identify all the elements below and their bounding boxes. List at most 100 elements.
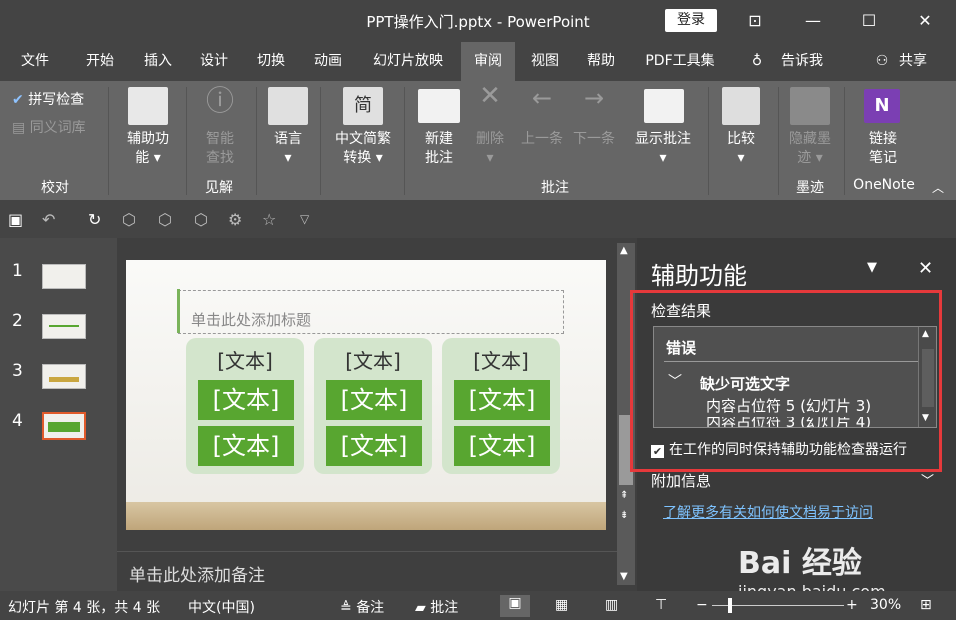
language-indicator[interactable]: 中文(中国)	[188, 597, 255, 617]
person-icon[interactable]: ⚇	[872, 42, 892, 81]
tab-file[interactable]: 文件	[10, 42, 60, 81]
shape-gear-icon[interactable]: ⚙	[228, 210, 242, 229]
slide-thumbnail-1[interactable]	[42, 264, 86, 289]
slide-sorter-icon[interactable]: ▦	[555, 597, 568, 613]
slideshow-icon[interactable]: ⊤	[655, 597, 667, 613]
scroll-up-icon[interactable]: ▲	[922, 329, 929, 339]
text-box[interactable]: [文本]	[198, 380, 294, 420]
scroll-down-icon[interactable]: ▼	[620, 571, 628, 582]
save-icon[interactable]: ▣	[8, 210, 23, 229]
slide-floor-decoration	[126, 502, 606, 530]
smart-lookup-button[interactable]: 智能 查找	[194, 130, 246, 168]
linked-notes-button[interactable]: 链接 笔记	[856, 130, 910, 168]
tab-pdf-tools[interactable]: PDF工具集	[636, 42, 724, 81]
text-box[interactable]: [文本]	[326, 380, 422, 420]
zoom-out-icon[interactable]: −	[696, 597, 708, 613]
tab-help[interactable]: 帮助	[576, 42, 626, 81]
language-button[interactable]: 语言 ▾	[262, 130, 314, 168]
tab-slideshow[interactable]: 幻灯片放映	[362, 42, 454, 81]
customize-qat-icon[interactable]: ▽	[300, 212, 309, 226]
tab-review[interactable]: 审阅	[461, 42, 515, 81]
slide-thumbnail-2[interactable]	[42, 314, 86, 339]
scroll-up-icon[interactable]: ▲	[620, 245, 628, 256]
scroll-thumb[interactable]	[922, 349, 934, 407]
compare-button[interactable]: 比较 ▾	[716, 130, 766, 168]
previous-comment-button[interactable]: 上一条	[518, 130, 566, 149]
result-item[interactable]: 内容占位符 3 (幻灯片 4)	[706, 417, 871, 427]
repeat-icon[interactable]: ↻	[88, 210, 101, 229]
column-header[interactable]: [文本]	[314, 345, 432, 374]
tab-home[interactable]: 开始	[75, 42, 125, 81]
content-column-1[interactable]: [文本] [文本] [文本]	[186, 338, 304, 474]
learn-more-link[interactable]: 了解更多有关如何使文档易于访问	[663, 502, 873, 522]
slide-thumbnail-4[interactable]	[42, 412, 86, 440]
hide-ink-button[interactable]: 隐藏墨迹 ▾	[782, 130, 838, 168]
previous-slide-icon[interactable]: ⇞	[620, 490, 628, 501]
additional-info-heading[interactable]: 附加信息	[651, 470, 711, 491]
slide-thumbnail-3[interactable]	[42, 364, 86, 389]
undo-icon[interactable]: ↶	[42, 210, 55, 229]
text-box[interactable]: [文本]	[454, 426, 550, 466]
close-pane-icon[interactable]: ✕	[918, 258, 933, 279]
reading-view-icon[interactable]: ▥	[605, 597, 618, 613]
spell-check-button[interactable]: ✔ 拼写检查	[12, 91, 84, 110]
tab-insert[interactable]: 插入	[133, 42, 183, 81]
thesaurus-button[interactable]: ▤ 同义词库	[12, 119, 86, 138]
close-window-icon[interactable]: ✕	[912, 8, 938, 34]
next-slide-icon[interactable]: ⇟	[620, 510, 628, 521]
accessibility-button[interactable]: 辅助功能 ▾	[116, 130, 180, 168]
text-box[interactable]: [文本]	[198, 426, 294, 466]
ribbon-display-options-icon[interactable]: ⊡	[742, 8, 768, 34]
text-box[interactable]: [文本]	[454, 380, 550, 420]
new-comment-button[interactable]: 新建 批注	[414, 130, 464, 168]
results-scrollbar[interactable]: ▲ ▼	[918, 327, 936, 427]
maximize-icon[interactable]: ☐	[856, 8, 882, 34]
delete-comment-button[interactable]: 删除 ▾	[468, 130, 512, 168]
chevron-down-icon[interactable]: ﹀	[668, 371, 682, 391]
notes-area[interactable]: 单击此处添加备注	[117, 551, 617, 591]
login-button[interactable]: 登录	[665, 9, 717, 32]
content-column-2[interactable]: [文本] [文本] [文本]	[314, 338, 432, 474]
shape-cube-icon[interactable]: ⬡	[158, 210, 172, 229]
tab-animations[interactable]: 动画	[303, 42, 353, 81]
lightbulb-icon[interactable]: ♁	[745, 42, 769, 81]
column-header[interactable]: [文本]	[186, 345, 304, 374]
keep-checker-running-checkbox[interactable]: ✔ 在工作的同时保持辅助功能检查器运行	[651, 439, 907, 459]
inspection-results-list[interactable]: 错误 ﹀ 缺少可选文字 内容占位符 5 (幻灯片 3) 内容占位符 3 (幻灯片…	[653, 326, 937, 428]
pane-title: 辅助功能	[651, 262, 747, 290]
result-item[interactable]: 内容占位符 5 (幻灯片 3)	[706, 395, 871, 416]
column-header[interactable]: [文本]	[442, 345, 560, 374]
slide-canvas[interactable]: 单击此处添加标题 [文本] [文本] [文本] [文本] [文本] [文本] […	[126, 260, 606, 530]
checkbox-checked-icon[interactable]: ✔	[651, 445, 664, 458]
notes-toggle[interactable]: ≜ 备注	[340, 597, 384, 617]
shape-cube-icon[interactable]: ⬡	[122, 210, 136, 229]
chinese-conversion-button[interactable]: 中文简繁 转换 ▾	[326, 130, 400, 168]
comments-toggle[interactable]: ▰ 批注	[415, 597, 458, 617]
scroll-down-icon[interactable]: ▼	[922, 413, 929, 423]
zoom-slider-thumb[interactable]	[728, 598, 732, 613]
content-column-3[interactable]: [文本] [文本] [文本]	[442, 338, 560, 474]
show-comments-button[interactable]: 显示批注 ▾	[628, 130, 698, 168]
group-insights: 见解	[205, 180, 233, 196]
group-separator	[320, 87, 321, 195]
zoom-in-icon[interactable]: +	[846, 597, 858, 613]
pane-options-icon[interactable]: ▼	[867, 260, 877, 275]
normal-view-icon[interactable]: ▣	[500, 595, 530, 617]
text-box[interactable]: [文本]	[326, 426, 422, 466]
tab-transitions[interactable]: 切换	[246, 42, 296, 81]
share-button[interactable]: 共享	[893, 42, 933, 81]
chevron-down-icon[interactable]: ﹀	[921, 470, 934, 489]
tab-design[interactable]: 设计	[189, 42, 239, 81]
collapse-ribbon-icon[interactable]: ︿	[930, 179, 946, 198]
shape-cube-icon[interactable]: ⬡	[194, 210, 208, 229]
fit-to-window-icon[interactable]: ⊞	[920, 597, 932, 613]
zoom-level[interactable]: 30%	[870, 597, 901, 613]
next-comment-button[interactable]: 下一条	[570, 130, 618, 149]
minimize-icon[interactable]: —	[800, 8, 826, 34]
tab-view[interactable]: 视图	[520, 42, 570, 81]
missing-alt-text-category[interactable]: 缺少可选文字	[700, 373, 790, 394]
star-frame-icon[interactable]: ☆	[262, 210, 276, 229]
tell-me[interactable]: 告诉我	[773, 42, 831, 81]
accessibility-check-icon	[128, 87, 168, 125]
title-placeholder[interactable]: 单击此处添加标题	[177, 289, 564, 334]
